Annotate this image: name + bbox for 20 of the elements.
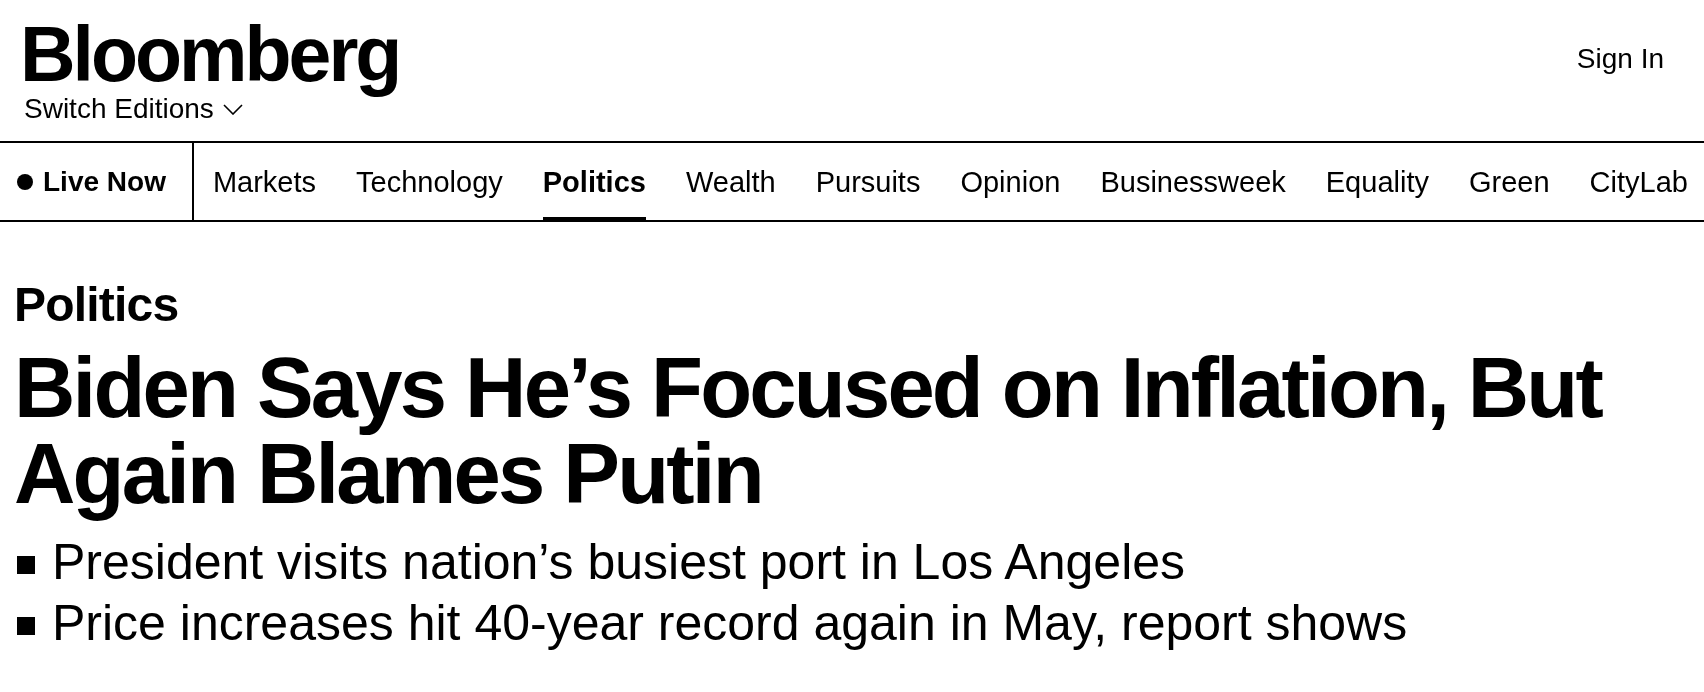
- bullet-icon: [17, 556, 35, 574]
- nav-tab[interactable]: Green: [1468, 143, 1550, 222]
- bullet-icon: [17, 617, 35, 635]
- live-now-link[interactable]: Live Now: [17, 167, 166, 196]
- sign-in-link[interactable]: Sign In: [1576, 45, 1664, 73]
- nav-tab[interactable]: CityLab: [1589, 143, 1688, 222]
- chevron-down-icon: [222, 103, 243, 115]
- nav-tab[interactable]: Equality: [1325, 143, 1429, 222]
- summary-point: Price increases hit 40-year record again in May, report shows: [52, 594, 1408, 653]
- section-label: Politics: [14, 281, 180, 329]
- nav-tab[interactable]: Technology: [356, 143, 503, 222]
- nav-tab[interactable]: Pursuits: [815, 143, 921, 222]
- nav-tab[interactable]: Markets: [212, 143, 317, 222]
- switch-editions-button[interactable]: Switch Editions: [24, 95, 243, 123]
- nav-tab[interactable]: Opinion: [960, 143, 1061, 222]
- live-dot-icon: [17, 173, 33, 190]
- summary-point: President visits nation’s busiest port in Los Angeles: [52, 533, 1186, 592]
- nav-tab[interactable]: Businessweek: [1100, 143, 1286, 222]
- nav-tab[interactable]: Politics: [542, 143, 646, 222]
- nav-tab[interactable]: Wealth: [685, 143, 776, 222]
